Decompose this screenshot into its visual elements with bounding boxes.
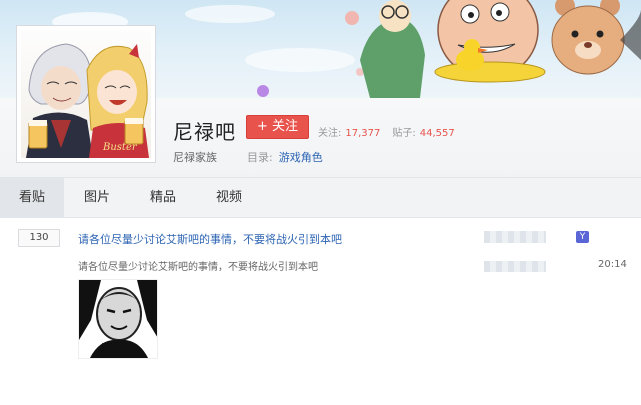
author-badge-icon: Y <box>576 231 589 243</box>
tab-videos[interactable]: 视频 <box>200 178 258 218</box>
avatar-image: Buster <box>21 30 151 158</box>
tab-posts[interactable]: 看贴 <box>0 178 64 218</box>
forum-stats: 关注: 17,377 贴子: 44,557 <box>318 124 467 139</box>
catalog-label: 目录: <box>247 151 273 164</box>
posts-count: 44,557 <box>419 128 455 139</box>
thread-abstract: 请各位尽量少讨论艾斯吧的事情，不要将战火引到本吧 <box>78 262 318 273</box>
tab-images[interactable]: 图片 <box>68 178 126 218</box>
forum-name[interactable]: 尼禄吧 <box>173 116 236 145</box>
posts-count-label: 贴子: <box>392 128 416 139</box>
forum-family-link[interactable]: 尼禄家族 <box>173 149 217 165</box>
last-reply-author-blurred[interactable] <box>484 261 546 272</box>
tab-featured[interactable]: 精品 <box>134 178 192 218</box>
forum-tabs: 看贴 图片 精品 视频 <box>0 178 641 218</box>
forum-avatar[interactable]: Buster <box>16 25 156 163</box>
follow-button[interactable]: + 关注 <box>246 115 309 139</box>
author-name-blurred[interactable] <box>484 231 546 243</box>
forum-catalog: 目录: 游戏角色 <box>247 149 323 165</box>
follow-count: 17,377 <box>345 128 381 139</box>
follow-count-label: 关注: <box>318 128 342 139</box>
avatar-illustration <box>26 43 149 158</box>
catalog-link[interactable]: 游戏角色 <box>279 151 323 164</box>
avatar-badge-text: Buster <box>103 142 137 153</box>
reply-count-badge: 130 <box>18 229 60 247</box>
thread-title-link[interactable]: 请各位尽量少讨论艾斯吧的事情，不要将战火引到本吧 <box>78 231 342 247</box>
thread-time: 20:14 <box>598 259 627 270</box>
thread-image[interactable]: 坏小子! <box>78 279 158 359</box>
meme-caption: 坏小子! <box>100 344 136 355</box>
